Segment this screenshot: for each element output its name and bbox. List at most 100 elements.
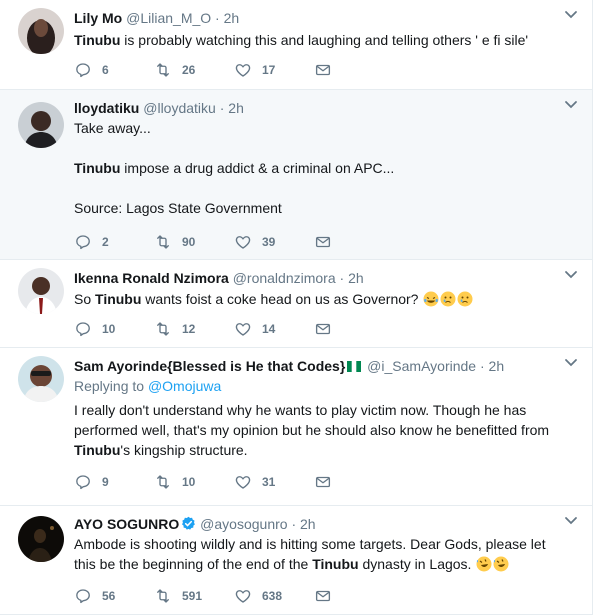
direct-message-button[interactable] [314,320,394,338]
reply-count: 9 [102,475,109,489]
reply-button[interactable]: 6 [74,61,154,79]
display-name[interactable]: lloydatiku [74,100,139,116]
avatar[interactable] [18,8,64,54]
tweet-text-content: Ambode is shooting wildly and is hitting… [74,536,546,572]
chevron-down-icon[interactable] [564,270,578,280]
retweet-count: 12 [182,322,196,336]
timestamp[interactable]: 2h [228,100,244,116]
like-button[interactable]: 17 [234,61,314,79]
tweet[interactable]: Lily Mo @Lilian_M_O · 2h Tinubu is proba… [0,0,592,90]
retweet-icon [154,587,172,605]
envelope-icon [314,233,332,251]
user-handle[interactable]: @i_SamAyorinde [367,358,476,374]
like-button[interactable]: 14 [234,320,314,338]
tweet-text-line: Take away... [74,120,151,136]
chevron-down-icon[interactable] [564,516,578,526]
like-button[interactable]: 39 [234,233,314,251]
tweet-actions: 10 12 14 [74,317,552,341]
direct-message-button[interactable] [314,61,394,79]
envelope-icon [314,61,332,79]
tweet[interactable]: Ikenna Ronald Nzimora @ronaldnzimora · 2… [0,260,592,348]
user-handle[interactable]: @Lilian_M_O [126,10,211,26]
timestamp[interactable]: 2h [224,10,240,26]
reply-icon [74,473,92,491]
separator: · [219,100,225,116]
heart-icon [234,320,252,338]
reply-button[interactable]: 56 [74,587,154,605]
tweet[interactable]: lloydatiku @lloydatiku · 2h Take away...… [0,90,592,260]
avatar[interactable] [18,516,64,562]
reply-icon [74,233,92,251]
like-button[interactable]: 31 [234,473,314,491]
retweet-icon [154,233,172,251]
avatar[interactable] [18,102,64,148]
direct-message-button[interactable] [314,233,394,251]
tweet-text: Tinubu is probably watching this and lau… [74,30,552,50]
user-handle[interactable]: @lloydatiku [143,100,216,116]
chevron-down-icon[interactable] [564,100,578,110]
tweet-text-line: So Tinubu wants foist a coke head on us … [74,289,552,309]
avatar[interactable] [18,268,64,314]
chevron-down-icon[interactable] [564,358,578,368]
tweet[interactable]: AYO SOGUNRO @ayosogunro · 2h Ambode is s… [0,506,592,615]
retweet-button[interactable]: 591 [154,587,234,605]
retweet-button[interactable]: 26 [154,61,234,79]
retweet-button[interactable]: 10 [154,473,234,491]
timestamp[interactable]: 2h [489,358,505,374]
crying-emoji-icon [440,291,456,307]
tweet-text-line: Tinubu is probably watching this and lau… [74,32,529,48]
tweet-actions: 9 10 31 [74,470,552,494]
separator: · [291,516,297,532]
display-name[interactable]: Lily Mo [74,10,122,26]
envelope-icon [314,473,332,491]
like-button[interactable]: 638 [234,587,314,605]
retweet-button[interactable]: 90 [154,233,234,251]
tweet-text-line: Ambode is shooting wildly and is hitting… [74,534,552,574]
timestamp[interactable]: 2h [300,516,316,532]
retweet-count: 90 [182,235,196,249]
crying-emoji-icon [457,291,473,307]
like-count: 638 [262,589,283,603]
tweet-text-line: Source: Lagos State Government [74,200,282,216]
retweet-count: 10 [182,475,196,489]
laughing-crying-emoji-icon [423,291,439,307]
like-count: 31 [262,475,276,489]
replying-to-label: Replying to [74,378,145,394]
reply-count: 10 [102,322,116,336]
heart-icon [234,61,252,79]
direct-message-button[interactable] [314,587,394,605]
direct-message-button[interactable] [314,473,394,491]
reply-icon [74,61,92,79]
reply-icon [74,320,92,338]
reply-count: 56 [102,589,116,603]
envelope-icon [314,320,332,338]
avatar[interactable] [18,356,64,402]
reply-icon [74,587,92,605]
heart-icon [234,233,252,251]
tweet-text: I really don't understand why he wants t… [74,400,552,460]
tweet-actions: 56 591 638 [74,584,552,608]
timestamp[interactable]: 2h [348,270,364,286]
reply-button[interactable]: 10 [74,320,154,338]
tweet-text: So Tinubu wants foist a coke head on us … [74,289,552,309]
chevron-down-icon[interactable] [564,10,578,20]
tweet-text-line: Tinubu impose a drug addict & a criminal… [74,160,395,176]
tweet-text: Take away... Tinubu impose a drug addict… [74,118,552,218]
separator: · [215,10,220,26]
reply-button[interactable]: 2 [74,233,154,251]
retweet-button[interactable]: 12 [154,320,234,338]
user-handle[interactable]: @ronaldnzimora [233,270,336,286]
tweet-text-line: I really don't understand why he wants t… [74,402,550,458]
tweet[interactable]: Sam Ayorinde{Blessed is He that Codes} @… [0,348,592,506]
retweet-count: 591 [182,589,203,603]
display-name[interactable]: Ikenna Ronald Nzimora [74,270,229,286]
tweet-text: Ambode is shooting wildly and is hitting… [74,534,552,574]
reply-button[interactable]: 9 [74,473,154,491]
replying-to-link[interactable]: @Omojuwa [148,378,221,394]
display-name[interactable]: AYO SOGUNRO [74,516,179,532]
reply-count: 2 [102,235,109,249]
nigeria-flag-icon [347,361,362,372]
display-name[interactable]: Sam Ayorinde{Blessed is He that Codes} [74,358,345,374]
heart-icon [234,587,252,605]
user-handle[interactable]: @ayosogunro [200,516,287,532]
